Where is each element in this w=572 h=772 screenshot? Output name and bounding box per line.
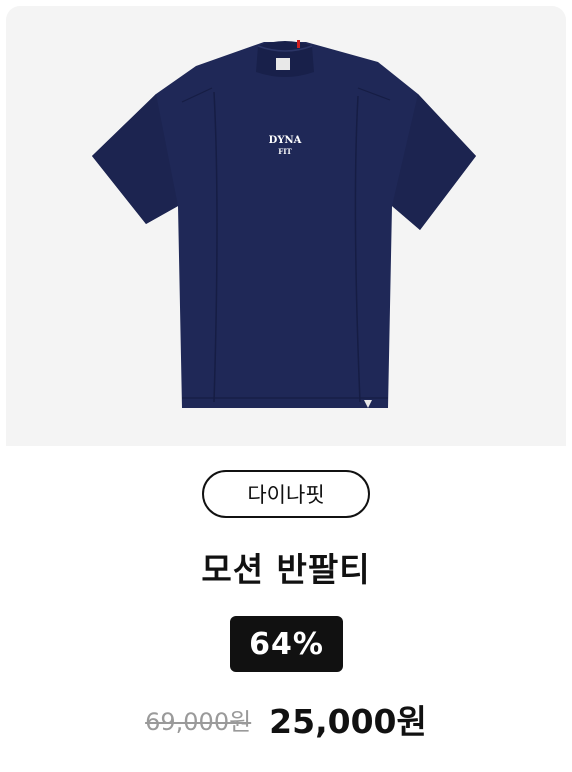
discount-rate: 64% xyxy=(249,626,324,662)
brand-tag[interactable]: 다이나핏 xyxy=(202,470,370,518)
product-title: 모션 반팔티 xyxy=(201,550,371,589)
brand-label: 다이나핏 xyxy=(247,483,325,507)
discount-badge: 64% xyxy=(230,616,343,672)
neck-label xyxy=(276,58,290,70)
product-card[interactable]: DYNA FIT 다이나핏 모션 반팔티 64% 69,000원 25,000원 xyxy=(0,0,572,772)
product-image[interactable]: DYNA FIT xyxy=(6,6,566,446)
chest-print-line1: DYNA xyxy=(269,135,302,146)
tshirt-illustration: DYNA FIT xyxy=(92,40,476,408)
price-row: 69,000원 25,000원 xyxy=(0,696,572,742)
chest-print-line2: FIT xyxy=(278,147,292,156)
hang-tag xyxy=(297,40,300,48)
original-price: 69,000원 xyxy=(145,707,252,736)
sale-price: 25,000원 xyxy=(269,702,427,741)
